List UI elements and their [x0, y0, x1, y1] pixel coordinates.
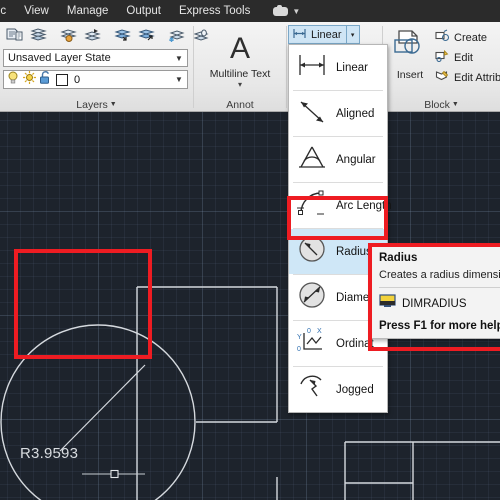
layer-previous-icon[interactable] [81, 24, 104, 46]
diameter-dimension-icon [295, 280, 329, 315]
block-edit-attributes-button[interactable]: Edit Attribu [435, 68, 500, 88]
panel-label-layers[interactable]: Layers ▼ [0, 99, 193, 111]
block-command-list: Create Edit Edit Attrib [435, 28, 500, 88]
color-swatch-icon[interactable] [56, 73, 68, 86]
block-edit-label: Edit [454, 52, 473, 64]
svg-text:Y: Y [297, 334, 302, 341]
sun-icon[interactable] [22, 70, 37, 90]
layer-properties-icon[interactable] [3, 24, 26, 46]
menu-item-angular-label: Angular [336, 153, 376, 166]
layer-tool-group [3, 24, 212, 46]
layer-state-dropdown[interactable]: Unsaved Layer State ▼ [3, 49, 188, 67]
dimension-flyout-menu: Linear Aligned Angular Arc Length Radius… [288, 44, 392, 413]
panel-label-block[interactable]: Block ▼ [383, 99, 500, 111]
autocad-window: ric View Manage Output Express Tools ▼ [0, 0, 500, 500]
ribbon-panel-layers: Unsaved Layer State ▼ 0 ▼ Layers ▼ [0, 22, 209, 112]
block-edit-attributes-label: Edit Attribu [454, 72, 500, 84]
panel-label-annotation-text: Annot [226, 99, 254, 111]
layer-match-icon[interactable] [27, 24, 50, 46]
layer-name-value: 0 [74, 73, 81, 86]
menu-item-express-tools[interactable]: Express Tools [170, 0, 259, 22]
ordinate-dimension-icon: 0 X Y 0 [295, 326, 329, 361]
multiline-text-button[interactable]: Multiline Text [194, 68, 286, 80]
svg-text:X: X [317, 328, 322, 335]
radius-leader-line [59, 364, 146, 452]
dimension-button-face[interactable]: Linear [289, 26, 346, 43]
svg-text:0: 0 [297, 346, 301, 353]
block-create-button[interactable]: Create [435, 28, 500, 48]
unlock-icon[interactable] [39, 70, 52, 90]
angular-dimension-icon [295, 142, 329, 177]
tooltip-title: Radius [379, 252, 418, 264]
command-monitor-icon [379, 294, 396, 313]
tooltip-command-row: DIMRADIUS [379, 294, 500, 313]
insert-block-button[interactable]: Insert [387, 28, 433, 81]
panel-label-block-text: Block [424, 99, 450, 111]
menu-item-arc-length[interactable]: Arc Length [289, 183, 392, 228]
menu-item-ordinate-label: Ordinat [336, 337, 374, 350]
ribbon-panel-block: Insert Create Edit Edit Attrib Block ▼ [383, 22, 500, 112]
tooltip-description: Creates a radius dimensio [379, 269, 500, 281]
dimension-dropdown-arrow[interactable]: ▾ [345, 26, 359, 43]
block-edit-attributes-icon [435, 69, 450, 87]
linear-dimension-icon [295, 50, 329, 85]
layer-make-current-icon[interactable] [57, 24, 80, 46]
block-create-icon [435, 29, 450, 47]
arc-length-dimension-icon [295, 188, 329, 223]
jogged-dimension-icon [295, 372, 329, 407]
svg-text:0: 0 [307, 328, 311, 335]
menu-item-arc-length-label: Arc Length [336, 199, 392, 212]
multiline-text-icon[interactable]: A [194, 34, 286, 64]
insert-block-icon [390, 30, 430, 66]
layer-selector[interactable]: 0 ▼ [3, 70, 188, 89]
layer-unisolate-icon[interactable] [135, 24, 158, 46]
menu-item-aligned[interactable]: Aligned [289, 91, 387, 136]
radius-dimension-text[interactable]: R3.9593 [20, 445, 78, 462]
tooltip-command-name: DIMRADIUS [402, 297, 467, 310]
menu-item-view[interactable]: View [15, 0, 58, 22]
camera-menu-group[interactable]: ▼ [273, 4, 300, 16]
menu-item-angular[interactable]: Angular [289, 137, 387, 182]
chevron-down-icon[interactable]: ▾ [194, 80, 286, 89]
layer-freeze-icon[interactable] [165, 24, 188, 46]
tooltip-help-hint: Press F1 for more help [379, 320, 500, 332]
layer-isolate-icon[interactable] [111, 24, 134, 46]
panel-label-layers-text: Layers [76, 99, 108, 111]
menu-item-output[interactable]: Output [117, 0, 170, 22]
insert-block-label: Insert [396, 69, 424, 81]
block-create-label: Create [454, 32, 488, 44]
radius-tooltip: Radius Creates a radius dimensio DIMRADI… [370, 245, 500, 339]
block-edit-button[interactable]: Edit [435, 48, 500, 68]
grip-square [110, 469, 119, 479]
radius-dimension-icon [295, 234, 329, 269]
menu-item-manage[interactable]: Manage [58, 0, 118, 22]
ribbon: Unsaved Layer State ▼ 0 ▼ Layers ▼ A Mul… [0, 22, 500, 112]
menu-item-parametric[interactable]: ric [0, 0, 15, 22]
menu-item-linear[interactable]: Linear [289, 45, 387, 90]
camera-icon [273, 4, 289, 16]
menu-item-jogged[interactable]: Jogged [289, 367, 387, 412]
layer-state-value: Unsaved Layer State [8, 52, 111, 64]
ribbon-panel-annotation: A Multiline Text ▾ Annot [194, 22, 286, 112]
block-edit-icon [435, 49, 450, 67]
dimension-button-label: Linear [311, 28, 342, 41]
menu-bar: ric View Manage Output Express Tools ▼ [0, 0, 500, 22]
chevron-down-icon[interactable]: ▼ [292, 7, 300, 16]
linear-dimension-icon [292, 26, 307, 44]
dimension-split-button[interactable]: Linear ▾ [288, 25, 360, 44]
menu-item-radius-label: Radius [336, 245, 372, 258]
menu-item-linear-label: Linear [336, 61, 368, 74]
menu-item-aligned-label: Aligned [336, 107, 375, 120]
aligned-dimension-icon [295, 96, 329, 131]
chevron-down-icon[interactable]: ▼ [171, 75, 187, 84]
chevron-down-icon[interactable]: ▼ [110, 101, 117, 108]
chevron-down-icon[interactable]: ▼ [452, 101, 459, 108]
tooltip-divider [379, 287, 500, 288]
chevron-down-icon[interactable]: ▼ [171, 54, 187, 63]
lightbulb-icon[interactable] [6, 70, 20, 90]
panel-label-annotation[interactable]: Annot [194, 99, 286, 111]
menu-item-jogged-label: Jogged [336, 383, 374, 396]
